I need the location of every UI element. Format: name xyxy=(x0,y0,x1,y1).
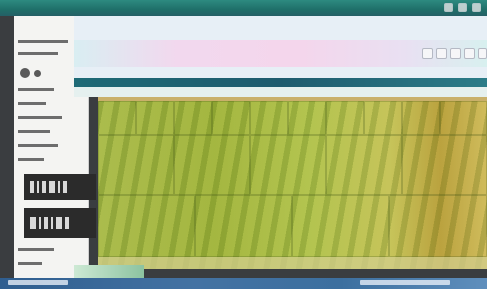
tool-icon[interactable] xyxy=(436,48,447,59)
maximize-icon[interactable] xyxy=(458,3,467,12)
status-segment xyxy=(8,280,68,285)
status-segment xyxy=(360,280,450,285)
tool-icon[interactable] xyxy=(478,48,487,59)
tool-icon[interactable] xyxy=(450,48,461,59)
title-bar xyxy=(0,0,487,16)
image-tile[interactable] xyxy=(326,101,364,135)
image-tile[interactable] xyxy=(402,135,487,195)
barcode-icon xyxy=(24,174,96,200)
image-tile[interactable] xyxy=(136,101,174,135)
image-tile[interactable] xyxy=(440,101,487,135)
image-tile[interactable] xyxy=(98,101,136,135)
image-tile[interactable] xyxy=(174,135,250,195)
image-tile[interactable] xyxy=(364,101,402,135)
sidebar-row[interactable] xyxy=(18,40,68,43)
status-bar xyxy=(0,278,487,289)
barcode-icon xyxy=(24,208,96,238)
app-window xyxy=(0,0,487,289)
nav-icon[interactable] xyxy=(34,70,41,77)
sidebar-row[interactable] xyxy=(18,130,50,133)
image-tile[interactable] xyxy=(98,195,195,257)
window-controls xyxy=(444,3,481,12)
sidebar-row[interactable] xyxy=(18,88,54,91)
minimize-icon[interactable] xyxy=(444,3,453,12)
image-tile[interactable] xyxy=(402,101,440,135)
image-canvas[interactable] xyxy=(98,97,487,269)
tool-icon[interactable] xyxy=(464,48,475,59)
image-tile[interactable] xyxy=(250,101,288,135)
menu-band xyxy=(74,78,487,87)
sidebar-row[interactable] xyxy=(18,144,58,147)
sidebar-row[interactable] xyxy=(18,116,62,119)
toolbar xyxy=(74,16,487,78)
sub-toolbar xyxy=(74,87,487,97)
sidebar-row[interactable] xyxy=(18,262,42,265)
image-tile[interactable] xyxy=(195,195,292,257)
sidebar-row[interactable] xyxy=(18,52,58,55)
image-tile[interactable] xyxy=(288,101,326,135)
sidebar-row[interactable] xyxy=(18,248,54,251)
close-icon[interactable] xyxy=(472,3,481,12)
image-tile[interactable] xyxy=(389,195,487,257)
image-tile[interactable] xyxy=(326,135,402,195)
image-tile[interactable] xyxy=(250,135,326,195)
sidebar-row[interactable] xyxy=(18,102,46,105)
nav-icon[interactable] xyxy=(20,68,30,78)
image-tile[interactable] xyxy=(292,195,389,257)
image-tile[interactable] xyxy=(174,101,212,135)
tool-icon[interactable] xyxy=(422,48,433,59)
image-tile[interactable] xyxy=(98,135,174,195)
sidebar-row[interactable] xyxy=(18,158,44,161)
canvas-footer-strip xyxy=(98,257,487,269)
footer-tab[interactable] xyxy=(74,265,144,278)
image-tile[interactable] xyxy=(212,101,250,135)
